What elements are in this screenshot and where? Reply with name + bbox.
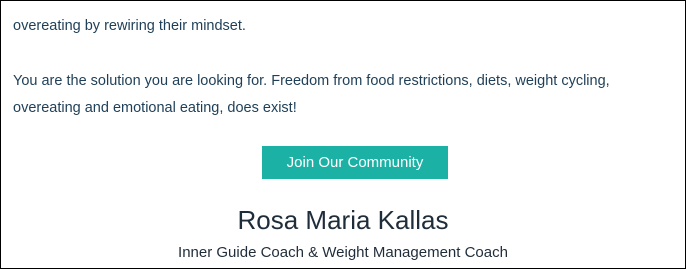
page-content: overeating by rewiring their mindset. Yo… [0, 0, 686, 269]
solution-paragraph: You are the solution you are looking for… [13, 73, 610, 116]
coach-name-heading: Rosa Maria Kallas [237, 205, 449, 235]
coach-title: Inner Guide Coach & Weight Management Co… [178, 244, 508, 261]
join-community-button[interactable]: Join Our Community [262, 146, 448, 179]
intro-paragraph-end: overeating by rewiring their mindset. [13, 18, 246, 34]
